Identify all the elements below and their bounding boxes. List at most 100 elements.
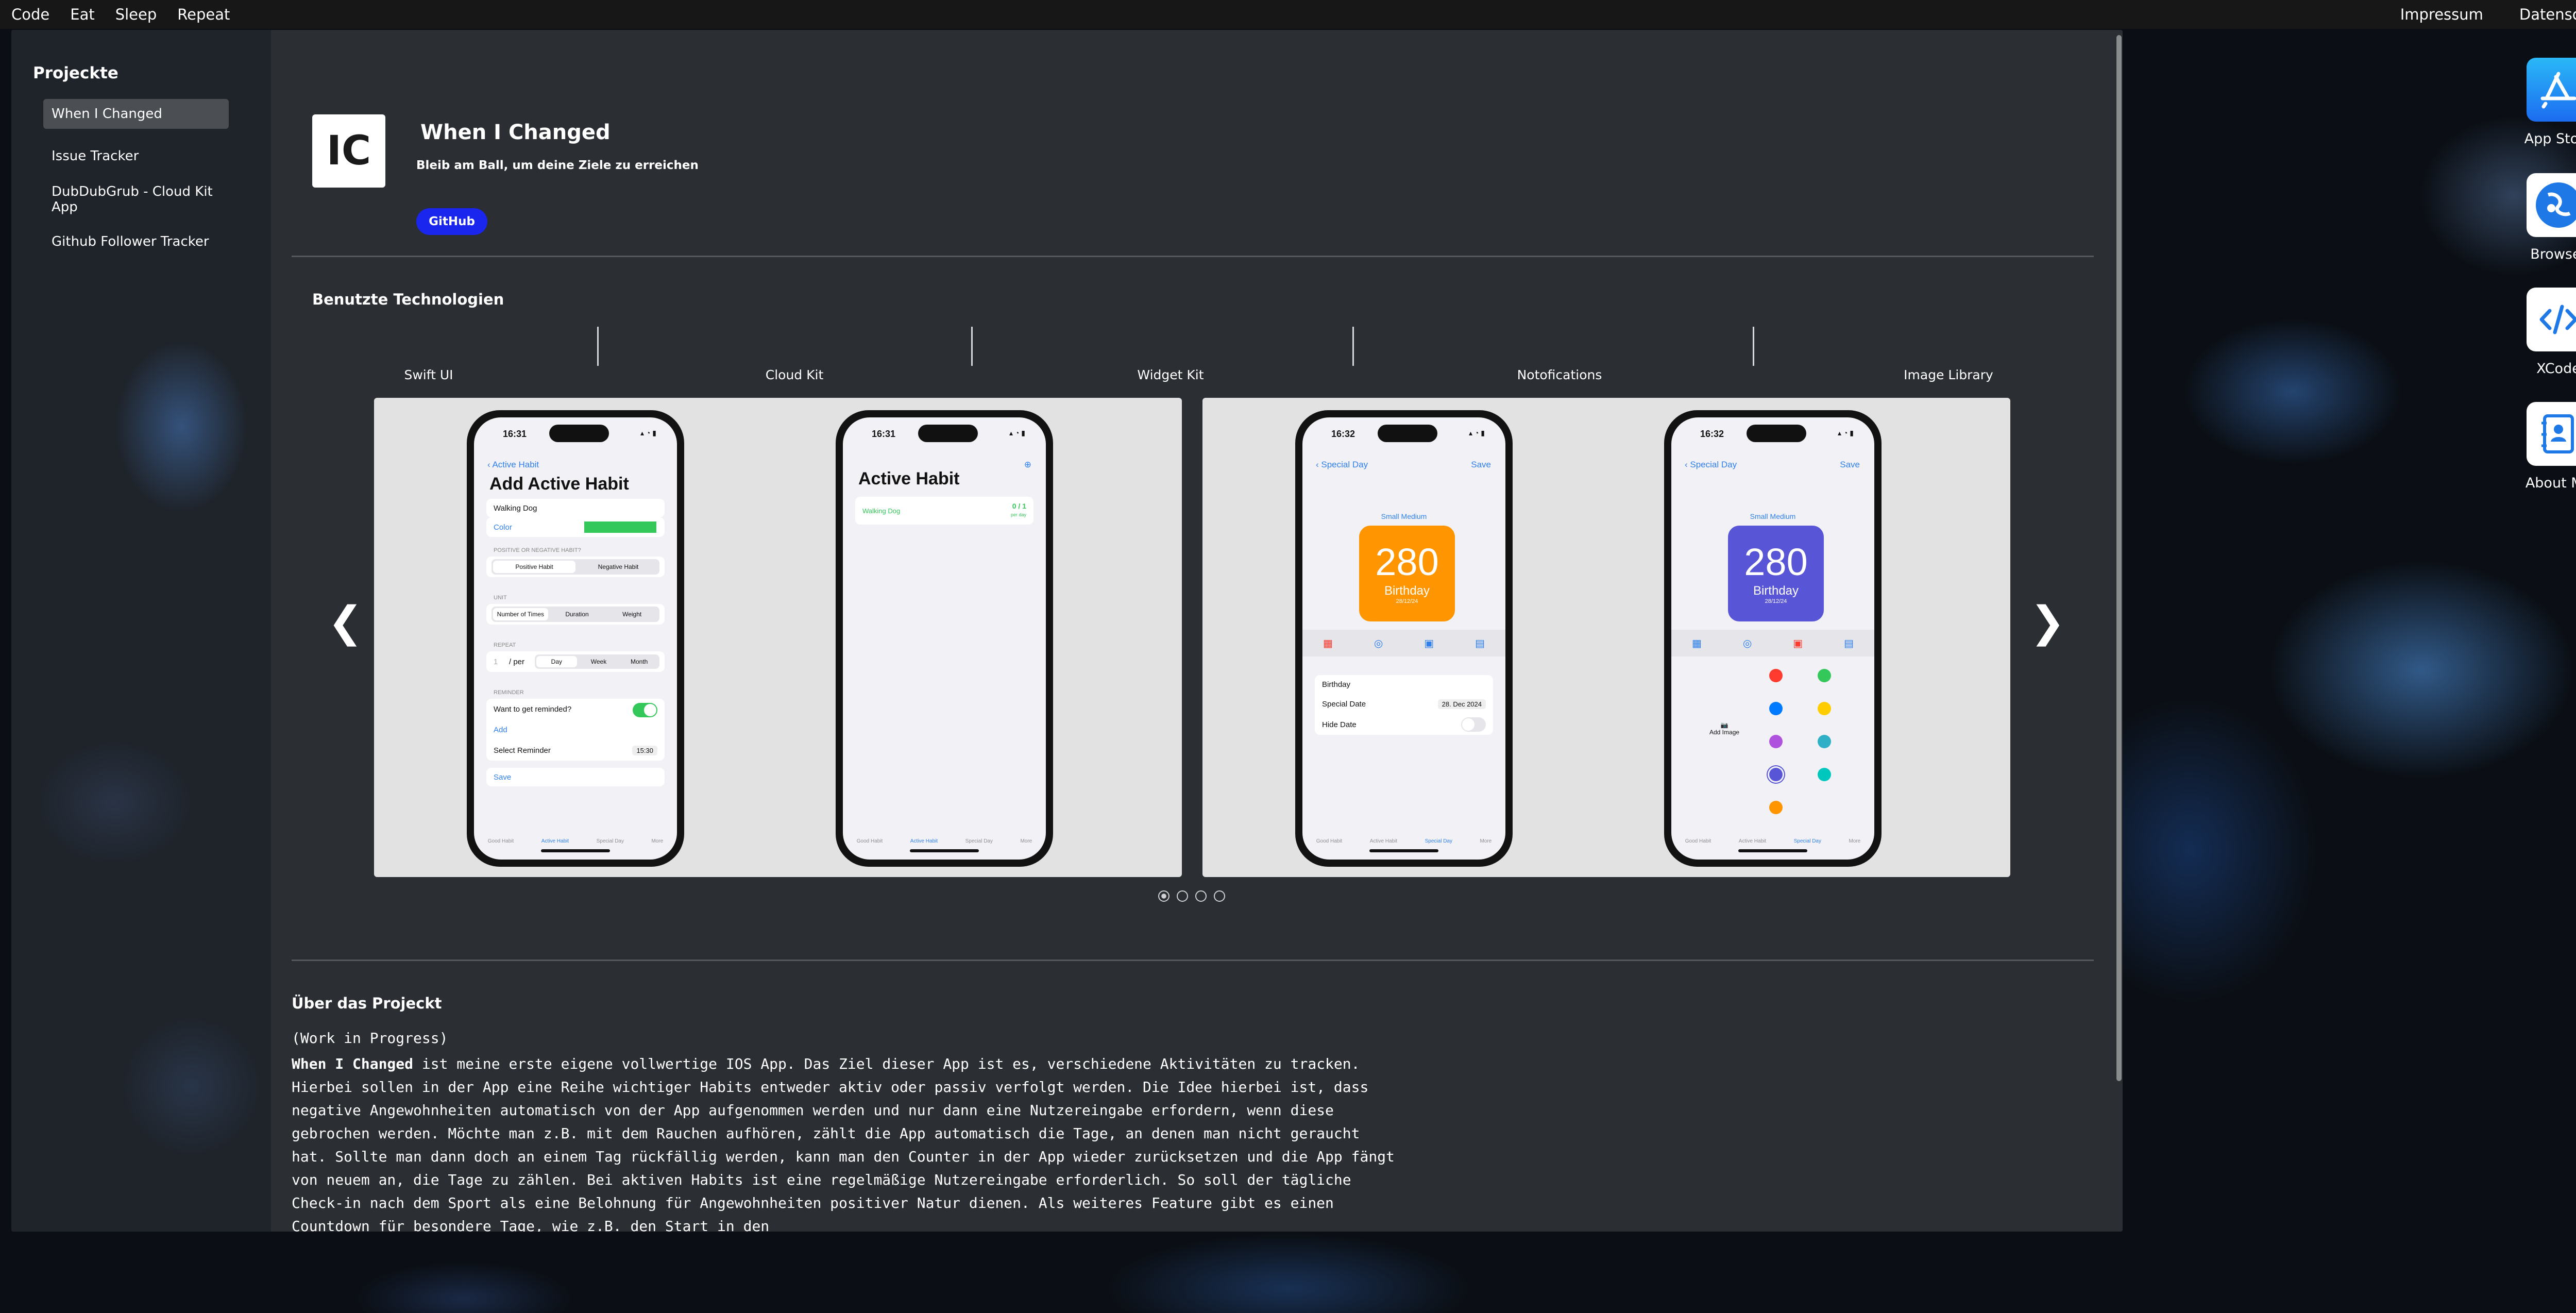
color-label: Color [494, 523, 512, 532]
about-me-icon [2527, 402, 2576, 466]
menu-sleep[interactable]: Sleep [115, 6, 157, 23]
sidebar-item-when-i-changed[interactable]: When I Changed [43, 99, 229, 129]
dynamic-island [549, 425, 609, 442]
hide-date-label: Hide Date [1322, 720, 1357, 729]
sidebar-title: Projeckte [33, 64, 118, 82]
palette-icon: ◎ [1742, 637, 1752, 649]
carousel-dot[interactable] [1214, 890, 1225, 902]
menu-repeat[interactable]: Repeat [177, 6, 230, 23]
xcode-icon [2527, 288, 2576, 351]
carousel-dot[interactable] [1177, 890, 1188, 902]
segment-day: Day [536, 656, 577, 667]
dock-label: App Store [2524, 131, 2576, 147]
github-button[interactable]: GitHub [416, 208, 487, 235]
save-link: Save [1840, 460, 1860, 469]
menu-code[interactable]: Code [11, 6, 49, 23]
status-icons: ▴ ◔ ▮ [1838, 429, 1854, 437]
reminder-toggle [633, 703, 657, 717]
dock-about-me[interactable]: About Me [2526, 402, 2576, 491]
sidebar: Projeckte When I Changed Issue Tracker D… [11, 30, 271, 1232]
status-icons: ▴ ◔ ▮ [1009, 429, 1025, 437]
tab-good-habit: Good Habit [856, 838, 883, 844]
widget-preview: 280 Birthday 28/12/24 [1359, 526, 1455, 621]
back-link: ‹ Special Day [1316, 460, 1368, 469]
dock-xcode[interactable]: XCode [2527, 288, 2576, 377]
option-icons: ▦ ◎ ▣ ▤ [1671, 630, 1874, 656]
scrollbar[interactable] [2116, 35, 2122, 1081]
special-date-row: Special Date 28. Dec 2024 [1315, 694, 1493, 714]
dock-browser[interactable]: Browser [2527, 173, 2576, 262]
tab-special-day: Special Day [596, 838, 624, 844]
reminder-add: Add [494, 725, 507, 734]
tab-more: More [651, 838, 664, 844]
select-reminder-label: Select Reminder [494, 746, 551, 755]
repeat-per: / per [509, 657, 525, 666]
save-link: Save [1471, 460, 1491, 469]
tech-swift-ui: Swift UI [404, 367, 453, 382]
dock-label: XCode [2536, 361, 2576, 377]
segment-duration: Duration [565, 611, 589, 618]
sidebar-item-dubdubgrub[interactable]: DubDubGrub - Cloud Kit App [43, 184, 229, 215]
tab-special-day: Special Day [1793, 838, 1821, 844]
section-label: UNIT [494, 595, 507, 601]
tab-good-habit: Good Habit [1316, 838, 1343, 844]
phone-mockup: 16:31 ▴ ◔ ▮ ⊕ Active Habit Walking Dog 0… [836, 410, 1053, 867]
phone-mockup: 16:32 ▴ ◔ ▮ ‹ Special Day Save Small Med… [1295, 410, 1513, 867]
save-row: Save [486, 768, 665, 786]
carousel-next-button[interactable]: ❯ [2030, 598, 2065, 647]
menu-eat[interactable]: Eat [70, 6, 94, 23]
option-icons: ▦ ◎ ▣ ▤ [1302, 630, 1505, 656]
menu-impressum[interactable]: Impressum [2400, 6, 2483, 23]
tab-bar: Good Habit Active Habit Special Day More [843, 838, 1046, 844]
countdown-date: 28/12/24 [1396, 598, 1418, 604]
name-field: Birthday [1315, 675, 1493, 694]
add-image-label: Add Image [1709, 729, 1740, 736]
phone-mockup: 16:32 ▴ ◔ ▮ ‹ Special Day Save Small Med… [1664, 410, 1882, 867]
name-field: Walking Dog [486, 499, 665, 517]
tab-special-day: Special Day [965, 838, 993, 844]
tab-bar: Good Habit Active Habit Special Day More [1671, 838, 1874, 844]
dock-label: Browser [2530, 246, 2576, 262]
tab-active-habit: Active Habit [1369, 838, 1398, 844]
tech-separator [597, 327, 599, 366]
habit-sub: per day [1010, 512, 1026, 517]
tech-cloud-kit: Cloud Kit [765, 367, 824, 382]
about-lead: When I Changed [292, 1055, 414, 1072]
section-label: POSITIVE OR NEGATIVE HABIT? [494, 547, 581, 553]
habit-item: Walking Dog 0 / 1 per day [855, 497, 1033, 525]
about-body: ist meine erste eigene vollwertige IOS A… [292, 1055, 1395, 1232]
special-date-label: Special Date [1322, 699, 1366, 709]
reminder-question: Want to get reminded? [494, 704, 572, 714]
project-logo: IC [312, 114, 385, 188]
divider [292, 256, 2094, 257]
color-option [1769, 669, 1783, 682]
tech-image-library: Image Library [1904, 367, 1993, 382]
status-time: 16:31 [503, 429, 527, 439]
home-indicator [541, 849, 610, 852]
carousel-dot[interactable] [1158, 890, 1170, 902]
phone-screen: 16:31 ▴ ◔ ▮ ‹ Active Habit Add Active Ha… [474, 417, 677, 860]
tab-good-habit: Good Habit [1685, 838, 1711, 844]
sidebar-item-github-follower-tracker[interactable]: Github Follower Tracker [43, 227, 229, 257]
image-icon: ▣ [1793, 637, 1803, 649]
tech-separator [1352, 327, 1354, 366]
status-icons: ▴ ◔ ▮ [1469, 429, 1485, 437]
menu-datenschutz[interactable]: Datenschutz [2519, 6, 2576, 23]
back-label: Active Habit [492, 460, 539, 469]
sidebar-item-issue-tracker[interactable]: Issue Tracker [43, 141, 229, 171]
project-title: When I Changed [420, 121, 611, 144]
color-option [1769, 801, 1783, 814]
status-time: 16:32 [1331, 429, 1355, 439]
about-wip: (Work in Progress) [292, 1030, 448, 1047]
dock-app-store[interactable]: App Store [2524, 58, 2576, 147]
carousel-dot[interactable] [1195, 890, 1207, 902]
home-indicator [1738, 849, 1807, 852]
phone-screen: 16:32 ▴ ◔ ▮ ‹ Special Day Save Small Med… [1302, 417, 1505, 860]
add-image-button: 📷 Add Image [1709, 721, 1739, 736]
carousel-prev-button[interactable]: ❮ [328, 598, 363, 647]
camera-icon: 📷 [1720, 721, 1728, 729]
tab-active-habit: Active Habit [541, 838, 569, 844]
reminder-time: 15:30 [632, 746, 657, 755]
dynamic-island [1747, 425, 1806, 442]
countdown-label: Birthday [1753, 584, 1799, 598]
